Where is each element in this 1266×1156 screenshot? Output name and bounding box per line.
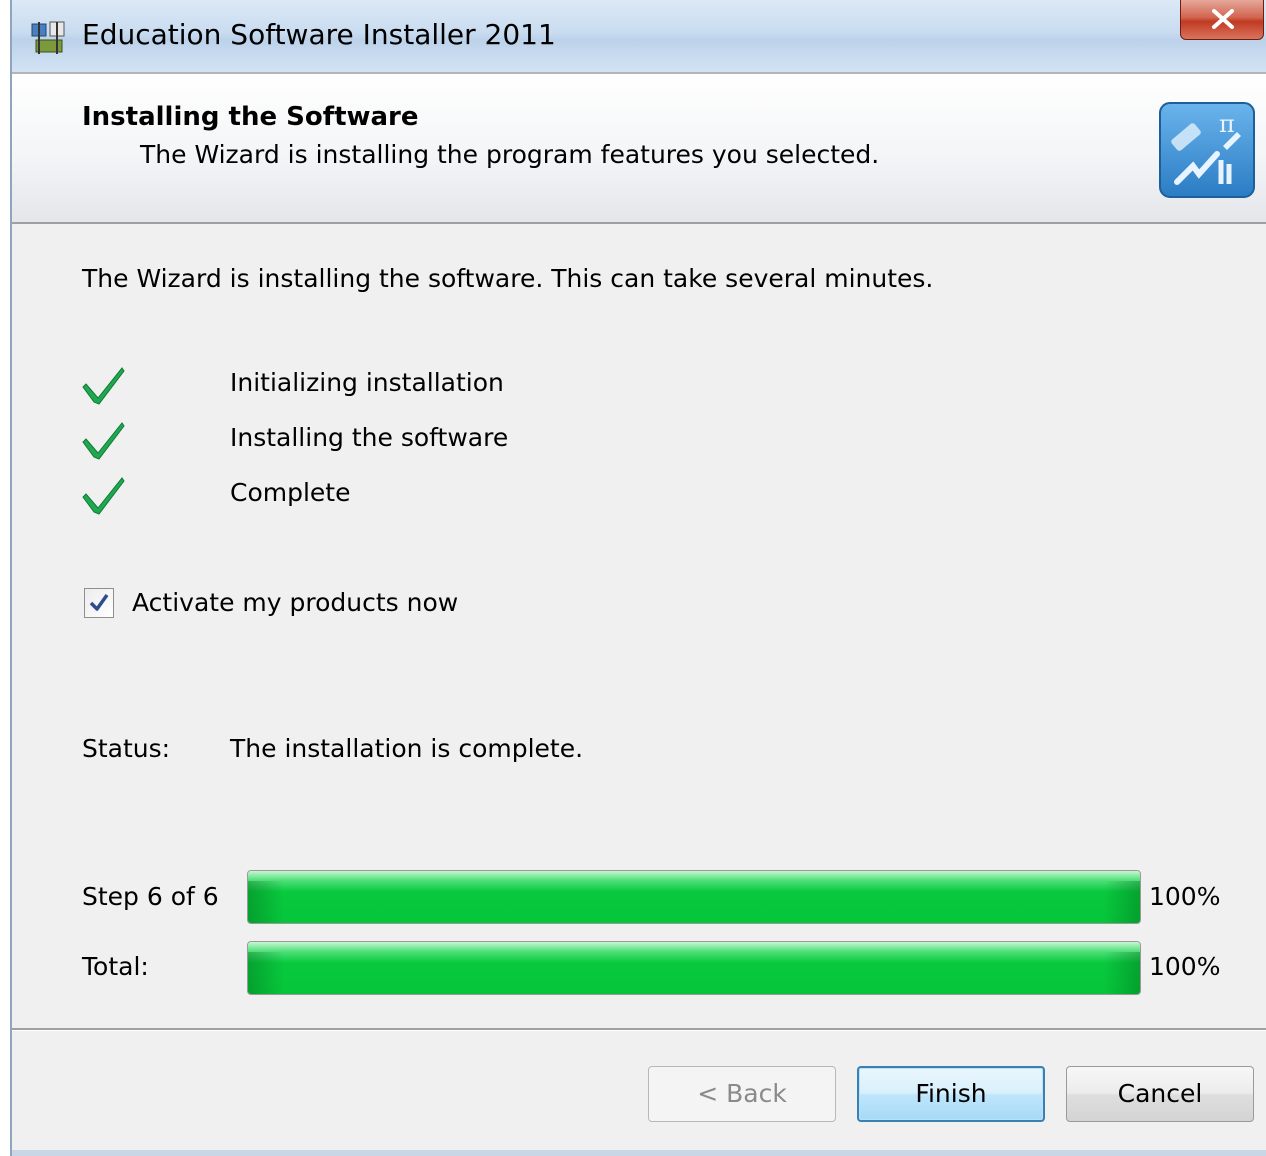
installer-window: Education Software Installer 2011 Instal… bbox=[10, 0, 1266, 1156]
finish-button[interactable]: Finish bbox=[857, 1066, 1045, 1122]
close-icon bbox=[1212, 9, 1234, 29]
total-progress-fill bbox=[248, 942, 1140, 994]
svg-text:π: π bbox=[1219, 110, 1235, 138]
step-progress-fill bbox=[248, 871, 1140, 923]
activate-checkbox-label[interactable]: Activate my products now bbox=[132, 588, 458, 617]
education-software-logo: π bbox=[1159, 102, 1255, 198]
step-item: Installing the software bbox=[82, 417, 782, 461]
total-progress-percent: 100% bbox=[1149, 952, 1221, 981]
close-button[interactable] bbox=[1180, 0, 1264, 40]
check-icon bbox=[82, 367, 125, 405]
step-item: Initializing installation bbox=[82, 362, 782, 406]
back-button[interactable]: < Back bbox=[648, 1066, 836, 1122]
step-label: Complete bbox=[230, 478, 351, 507]
activate-checkbox[interactable] bbox=[84, 588, 114, 618]
step-label: Installing the software bbox=[230, 423, 509, 452]
step-item: Complete bbox=[82, 472, 782, 516]
window-title: Education Software Installer 2011 bbox=[82, 18, 556, 51]
checkmark-icon bbox=[89, 593, 109, 611]
title-bar[interactable]: Education Software Installer 2011 bbox=[12, 0, 1266, 72]
check-icon bbox=[82, 477, 125, 515]
status-label: Status: bbox=[82, 734, 171, 763]
page-title: Installing the Software bbox=[82, 102, 419, 132]
footer-divider bbox=[12, 1028, 1266, 1031]
status-value: The installation is complete. bbox=[230, 734, 584, 763]
activate-products-option[interactable]: Activate my products now bbox=[84, 586, 684, 622]
window-bottom-edge bbox=[12, 1150, 1266, 1156]
step-progress-label: Step 6 of 6 bbox=[82, 882, 219, 911]
step-label: Initializing installation bbox=[230, 368, 504, 397]
total-progress-label: Total: bbox=[82, 952, 149, 981]
installer-app-icon bbox=[31, 21, 65, 54]
intro-text: The Wizard is installing the software. T… bbox=[82, 264, 934, 293]
total-progress-bar bbox=[247, 941, 1141, 995]
check-icon bbox=[82, 422, 125, 460]
step-progress-percent: 100% bbox=[1149, 882, 1221, 911]
wizard-header: Installing the Software The Wizard is in… bbox=[12, 72, 1266, 224]
step-progress-bar bbox=[247, 870, 1141, 924]
cancel-button[interactable]: Cancel bbox=[1066, 1066, 1254, 1122]
page-subtitle: The Wizard is installing the program fea… bbox=[140, 140, 880, 169]
